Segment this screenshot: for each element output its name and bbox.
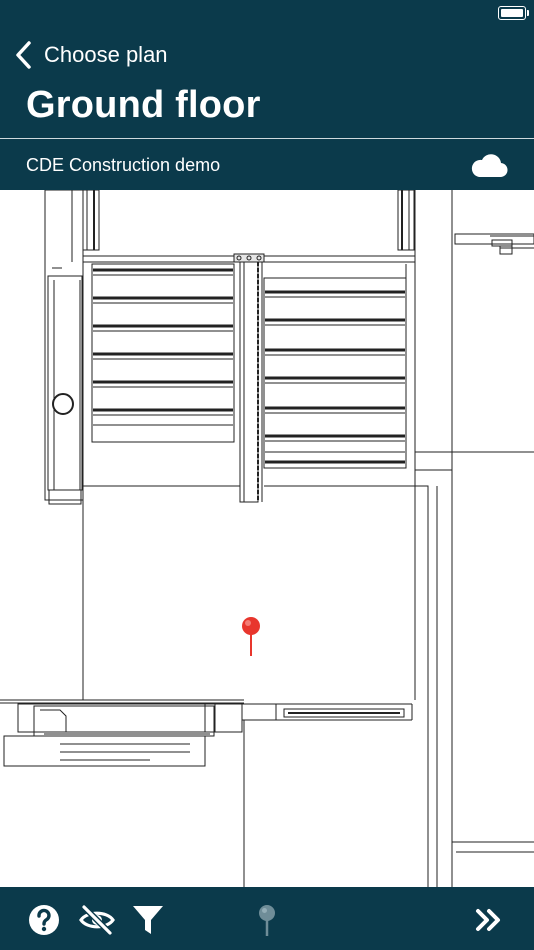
filter-funnel-icon[interactable]	[131, 903, 165, 937]
question-circle-icon[interactable]	[27, 903, 61, 937]
page-title: Ground floor	[26, 84, 261, 126]
cloud-icon[interactable]	[470, 151, 508, 179]
project-bar: CDE Construction demo	[0, 139, 534, 190]
back-button[interactable]: Choose plan	[14, 38, 168, 72]
navigation-header: Choose plan Ground floor	[0, 0, 534, 138]
battery-icon	[498, 6, 529, 20]
chevron-left-icon	[16, 41, 31, 69]
back-button-label: Choose plan	[44, 42, 168, 67]
location-pin-icon[interactable]	[250, 903, 284, 937]
project-name: CDE Construction demo	[26, 155, 221, 175]
location-pin-icon[interactable]	[240, 616, 262, 658]
floor-plan-canvas[interactable]	[0, 190, 534, 887]
bottom-toolbar	[0, 887, 534, 950]
eye-slash-icon[interactable]	[78, 903, 116, 937]
floor-plan-drawing	[0, 190, 534, 887]
double-chevron-right-icon[interactable]	[472, 903, 506, 937]
